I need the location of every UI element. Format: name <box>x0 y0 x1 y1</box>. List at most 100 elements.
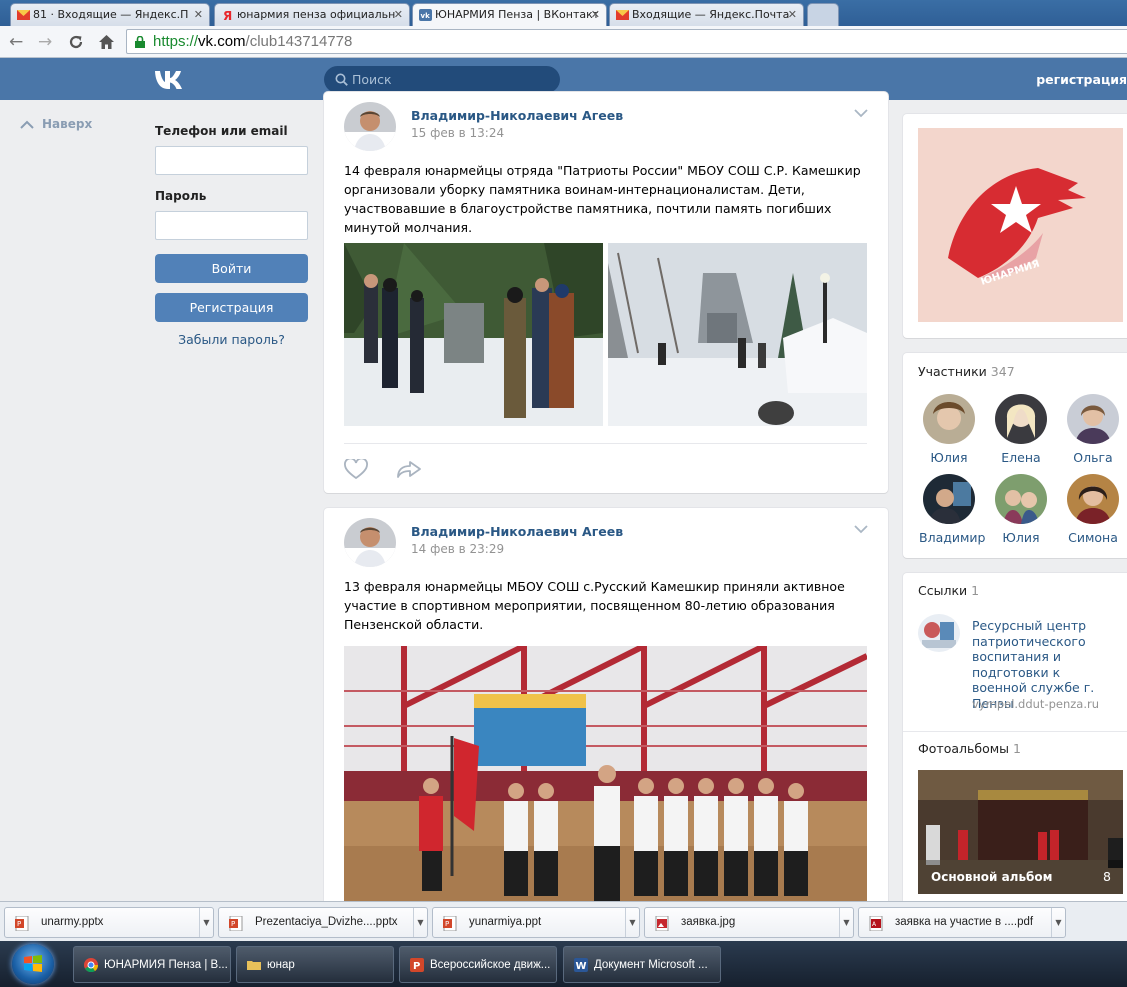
password-label: Пароль <box>155 189 207 203</box>
avatar <box>923 474 975 524</box>
back-arrow-icon[interactable]: ← <box>9 32 23 52</box>
member-item[interactable]: Владимир <box>919 474 985 545</box>
members-header[interactable]: Участники 347 <box>918 364 1015 379</box>
forgot-password-link[interactable]: Забыли пароль? <box>155 332 308 347</box>
header-register-link[interactable]: регистрация <box>1036 72 1127 87</box>
community-avatar[interactable]: ЮНАРМИЯ <box>918 128 1123 322</box>
reload-icon[interactable] <box>68 34 84 50</box>
avatar <box>923 394 975 444</box>
member-item[interactable]: Юлия <box>991 474 1051 545</box>
download-filename: заявка на участие в ....pdf <box>895 916 1034 928</box>
login-button[interactable]: Войти <box>155 254 308 283</box>
tab-yandex-mail-inbox[interactable]: 81 · Входящие — Яндекс.П ✕ <box>10 3 210 26</box>
taskbar-item-powerpoint[interactable]: P Всероссийское движ... <box>399 946 557 983</box>
member-item[interactable]: Симона <box>1063 474 1123 545</box>
register-button[interactable]: Регистрация <box>155 293 308 322</box>
close-tab-icon[interactable]: ✕ <box>591 8 600 21</box>
post-author-link[interactable]: Владимир-Николаевич Агеев <box>411 524 623 539</box>
dropdown-arrow-icon[interactable]: ▼ <box>413 908 427 937</box>
download-item[interactable]: P yunarmiya.ppt ▼ <box>432 907 640 938</box>
dropdown-arrow-icon[interactable]: ▼ <box>839 908 853 937</box>
password-field[interactable] <box>155 211 308 240</box>
download-item[interactable]: P unarmy.pptx ▼ <box>4 907 214 938</box>
post-date[interactable]: 15 фев в 13:24 <box>411 126 504 140</box>
taskbar-item-label: Документ Microsoft ... <box>594 959 708 971</box>
post-photo-cleaning-monument[interactable] <box>344 243 603 426</box>
close-tab-icon[interactable]: ✕ <box>194 8 203 21</box>
svg-text:Я: Я <box>223 9 232 21</box>
download-item[interactable]: заявка.jpg ▼ <box>644 907 854 938</box>
image-file-icon <box>655 916 669 931</box>
share-arrow-icon[interactable] <box>396 459 422 479</box>
close-tab-icon[interactable]: ✕ <box>394 8 403 21</box>
vk-logo[interactable] <box>154 68 188 90</box>
powerpoint-icon: P <box>410 958 424 972</box>
post-photo-memorial[interactable] <box>608 243 867 426</box>
albums-header[interactable]: Фотоальбомы 1 <box>918 741 1021 756</box>
mail-envelope-icon <box>616 10 629 20</box>
word-icon: W <box>574 958 588 972</box>
avatar <box>1067 394 1119 444</box>
download-item[interactable]: P Prezentaciya_Dvizhe....pptx ▼ <box>218 907 428 938</box>
tab-title: 81 · Входящие — Яндекс.П <box>33 8 189 21</box>
powerpoint-file-icon: P <box>443 916 457 931</box>
url-path: /club143714778 <box>245 33 353 50</box>
heart-icon[interactable] <box>344 459 368 479</box>
member-name: Юлия <box>930 450 968 465</box>
address-bar[interactable]: https://vk.com/club143714778 <box>126 29 1127 54</box>
forward-arrow-icon[interactable]: → <box>38 32 52 52</box>
post-date[interactable]: 14 фев в 23:29 <box>411 542 504 556</box>
links-header[interactable]: Ссылки 1 <box>918 583 979 598</box>
tab-yandex-search[interactable]: Я юнармия пенза официальн ✕ <box>214 3 410 26</box>
url-host: vk.com <box>198 33 246 50</box>
download-filename: unarmy.pptx <box>41 916 104 928</box>
member-item[interactable]: Юлия <box>919 394 979 465</box>
chevron-down-icon[interactable] <box>854 108 868 118</box>
links-albums-block: Ссылки 1 Ресурсный центр патриотического … <box>903 573 1127 913</box>
avatar <box>995 474 1047 524</box>
chrome-icon <box>84 958 98 972</box>
vk-search-box[interactable] <box>324 66 560 93</box>
members-title: Участники <box>918 364 987 379</box>
albums-count: 1 <box>1013 741 1021 756</box>
svg-text:P: P <box>231 920 235 928</box>
download-item[interactable]: A заявка на участие в ....pdf ▼ <box>858 907 1066 938</box>
download-filename: заявка.jpg <box>681 916 736 928</box>
dropdown-arrow-icon[interactable]: ▼ <box>1051 908 1065 937</box>
phone-email-field[interactable] <box>155 146 308 175</box>
downloads-shelf: P unarmy.pptx ▼ P Prezentaciya_Dvizhe...… <box>0 901 1127 941</box>
tab-yandex-mail[interactable]: Входящие — Яндекс.Почта ✕ <box>609 3 804 26</box>
author-avatar[interactable] <box>344 102 396 151</box>
folder-icon <box>247 961 261 970</box>
avatar <box>1067 474 1119 524</box>
taskbar-item-label: юнар <box>267 959 295 971</box>
taskbar-item-chrome[interactable]: ЮНАРМИЯ Пенза | В... <box>73 946 231 983</box>
home-icon[interactable] <box>98 34 115 50</box>
dropdown-arrow-icon[interactable]: ▼ <box>625 908 639 937</box>
album-caption: Основной альбом <box>931 870 1053 884</box>
post-photo-sports-event[interactable] <box>344 646 867 928</box>
member-item[interactable]: Ольга <box>1063 394 1123 465</box>
close-tab-icon[interactable]: ✕ <box>788 8 797 21</box>
post-author-link[interactable]: Владимир-Николаевич Агеев <box>411 108 623 123</box>
start-button[interactable] <box>12 944 54 984</box>
chevron-down-icon[interactable] <box>854 524 868 534</box>
tab-vk-yunarmiya[interactable]: vk ЮНАРМИЯ Пенза | ВКонтакте ✕ <box>412 3 607 26</box>
albums-title: Фотоальбомы <box>918 741 1010 756</box>
link-url: vympel.ddut-penza.ru <box>972 697 1100 711</box>
album-main[interactable]: Основной альбом 8 <box>918 770 1123 894</box>
taskbar-item-folder[interactable]: юнар <box>236 946 394 983</box>
taskbar-item-word[interactable]: W Документ Microsoft ... <box>563 946 721 983</box>
member-item[interactable]: Елена <box>991 394 1051 465</box>
lock-icon <box>135 36 145 48</box>
new-tab-button[interactable] <box>807 3 839 26</box>
login-form: Телефон или email Пароль Войти Регистрац… <box>155 124 308 347</box>
chevron-up-icon <box>20 120 34 129</box>
search-input[interactable] <box>352 70 552 89</box>
avatar <box>995 394 1047 444</box>
dropdown-arrow-icon[interactable]: ▼ <box>199 908 213 937</box>
back-to-top-link[interactable]: Наверх <box>20 117 92 131</box>
download-filename: Prezentaciya_Dvizhe....pptx <box>255 916 398 928</box>
pdf-file-icon: A <box>869 916 883 931</box>
author-avatar[interactable] <box>344 518 396 567</box>
